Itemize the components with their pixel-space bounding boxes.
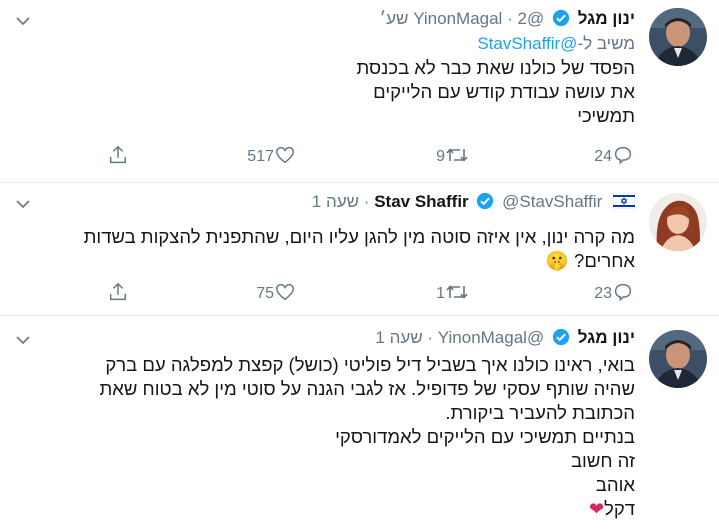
- tweet-line: את עושה עבודת קודש עם הלייקים: [373, 81, 635, 102]
- tweet-actions: 24 9 517: [0, 144, 719, 170]
- avatar-stav[interactable]: [649, 193, 707, 251]
- israel-flag-icon: [612, 191, 636, 217]
- author-handle[interactable]: @StavShaffir: [502, 192, 602, 211]
- like-count: 517: [247, 148, 274, 165]
- chevron-down-icon[interactable]: [14, 331, 32, 354]
- reply-icon: [612, 146, 634, 165]
- tweet-line: דקל: [604, 498, 635, 519]
- share-button[interactable]: [107, 144, 129, 170]
- reply-button[interactable]: 23: [588, 281, 634, 307]
- reply-count: 23: [594, 285, 612, 302]
- tweet-line: בואי, ראינו כולנו איך בשביל דיל פוליטי (…: [105, 354, 635, 375]
- share-icon: [107, 282, 129, 302]
- reply-icon: [612, 283, 634, 302]
- author-handle[interactable]: @YinonMagal: [438, 328, 544, 347]
- share-button[interactable]: [107, 281, 129, 307]
- tweet-time[interactable]: שעה 1: [312, 192, 359, 211]
- like-icon: [274, 283, 296, 302]
- tweet-header: ינון מגל @YinonMagal · 2 שע׳: [14, 6, 635, 32]
- tweet-3[interactable]: ינון מגל @YinonMagal · שעה 1 בואי, ראינו…: [0, 316, 719, 530]
- tweet-text: הפסד של כולנו שאת כבר לא בכנסת את עושה ע…: [14, 56, 635, 128]
- retweet-count: 1: [436, 285, 445, 302]
- tweet-actions: 23 1 75: [0, 281, 719, 307]
- tweet-header: Stav Shaffir @StavShaffir · שעה 1: [14, 189, 636, 218]
- tweet-line: הכתובת להעביר ביקורת.: [445, 402, 635, 423]
- tweet-text: מה קרה ינון, אין איזה סוטה מין להגן עליו…: [14, 225, 635, 273]
- like-count: 75: [256, 285, 274, 302]
- like-button[interactable]: 517: [241, 144, 296, 170]
- tweet-header: ינון מגל @YinonMagal · שעה 1: [14, 325, 635, 351]
- header-separator: ·: [427, 328, 434, 347]
- verified-badge-icon: [552, 328, 570, 354]
- tweet-line-last: דקל❤: [14, 497, 635, 521]
- tweet-line: אחרים? 🤫: [545, 250, 635, 271]
- chevron-down-icon[interactable]: [14, 12, 32, 35]
- retweet-count: 9: [436, 148, 445, 165]
- tweet-time[interactable]: שעה 1: [375, 328, 422, 347]
- retweet-icon: [445, 285, 469, 302]
- retweet-button[interactable]: 1: [430, 281, 469, 307]
- retweet-icon: [445, 148, 469, 165]
- replying-to: משיב ל-@StavShaffir: [14, 32, 635, 56]
- avatar-yinon[interactable]: [649, 330, 707, 388]
- tweet-line: הפסד של כולנו שאת כבר לא בכנסת: [356, 57, 635, 78]
- like-button[interactable]: 75: [250, 281, 296, 307]
- author-name[interactable]: ינון מגל: [578, 9, 635, 28]
- avatar-yinon[interactable]: [649, 8, 707, 66]
- tweet-line: שהיה שותף עסקי של פדופיל. אז לגבי הגנה ע…: [99, 378, 635, 399]
- retweet-button[interactable]: 9: [430, 144, 469, 170]
- replying-to-mention[interactable]: @StavShaffir: [477, 34, 577, 53]
- author-name[interactable]: ינון מגל: [578, 328, 635, 347]
- tweet-line: מה קרה ינון, אין איזה סוטה מין להגן עליו…: [83, 226, 635, 247]
- replying-to-label: משיב ל-: [577, 34, 635, 53]
- reply-count: 24: [594, 148, 612, 165]
- chevron-down-icon[interactable]: [14, 195, 32, 218]
- like-icon: [274, 146, 296, 165]
- reply-button[interactable]: 24: [588, 144, 634, 170]
- author-name[interactable]: Stav Shaffir: [374, 192, 468, 211]
- header-separator: ·: [507, 9, 513, 28]
- tweet-line: בנתיים תמשיכי עם הלייקים לאמדורסקי: [335, 426, 635, 447]
- heart-icon: ❤: [588, 499, 605, 519]
- header-separator: ·: [363, 192, 370, 211]
- tweet-line: אוהב: [595, 474, 635, 495]
- tweet-2[interactable]: Stav Shaffir @StavShaffir · שעה 1 מה קרה…: [0, 183, 719, 315]
- verified-badge-icon: [476, 192, 494, 218]
- share-icon: [107, 145, 129, 165]
- tweet-line: תמשיכי: [577, 105, 635, 126]
- tweet-line: זה חשוב: [570, 450, 635, 471]
- tweet-text: בואי, ראינו כולנו איך בשביל דיל פוליטי (…: [14, 353, 635, 521]
- tweet-1[interactable]: ינון מגל @YinonMagal · 2 שע׳ משיב ל-@Sta…: [0, 0, 719, 182]
